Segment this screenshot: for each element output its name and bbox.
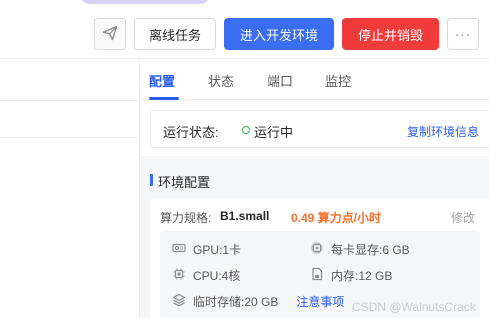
spec-value: B1.small (220, 209, 270, 223)
layers-icon (172, 293, 193, 310)
left-divider-2 (0, 137, 139, 138)
tab-monitor[interactable]: 监控 (325, 71, 351, 90)
run-status-value: 运行中 (254, 125, 294, 140)
spec-price: 0.49 算力点/小时 (291, 211, 382, 225)
cpu-icon (172, 267, 193, 284)
active-tab-indicator (149, 97, 179, 100)
more-options-button[interactable]: ··· (447, 18, 479, 50)
left-panel (0, 59, 139, 318)
notice-link[interactable]: 注意事项 (296, 293, 344, 310)
top-tab-fragment (80, 0, 210, 4)
enter-dev-env-button[interactable]: 进入开发环境 (224, 18, 334, 50)
run-status-card: 运行状态: 运行中 复制环境信息 (150, 110, 489, 148)
chip-icon (310, 241, 331, 258)
copy-env-info-link[interactable]: 复制环境信息 (407, 123, 479, 140)
tab-config[interactable]: 配置 (149, 71, 175, 90)
cpu-value: CPU:4核 (193, 269, 241, 283)
watermark: CSDN @WalnutsCrack (352, 300, 476, 314)
edit-spec-link[interactable]: 修改 (451, 209, 475, 226)
spec-label: 算力规格: (160, 211, 212, 225)
running-status-icon (242, 126, 250, 134)
vram-item: 每卡显存:6 GB (310, 241, 410, 258)
left-divider-1 (0, 100, 139, 101)
send-icon (102, 25, 118, 44)
stop-destroy-button[interactable]: 停止并销毁 (342, 18, 439, 50)
gpu-item: GPU:1卡 (172, 241, 241, 258)
tab-ports[interactable]: 端口 (267, 71, 293, 90)
offline-task-button[interactable]: 离线任务 (134, 18, 216, 50)
cpu-item: CPU:4核 (172, 267, 240, 284)
memory-item: 内存:12 GB (310, 267, 392, 284)
tab-status[interactable]: 状态 (208, 71, 234, 90)
memory-icon (310, 267, 331, 284)
vram-value: 每卡显存:6 GB (331, 243, 410, 257)
section-accent-bar (150, 174, 153, 186)
storage-item: 临时存储:20 GB 注意事项 (172, 293, 344, 310)
more-icon: ··· (454, 26, 472, 42)
gpu-value: GPU:1卡 (193, 243, 242, 257)
memory-value: 内存:12 GB (331, 269, 393, 283)
send-button[interactable] (94, 18, 126, 50)
run-status-label: 运行状态: (163, 125, 219, 140)
detail-tabs: 配置 状态 端口 监控 (140, 59, 489, 100)
section-title: 环境配置 (158, 175, 211, 190)
gpu-icon (172, 241, 193, 258)
storage-value: 临时存储:20 GB (193, 295, 279, 309)
